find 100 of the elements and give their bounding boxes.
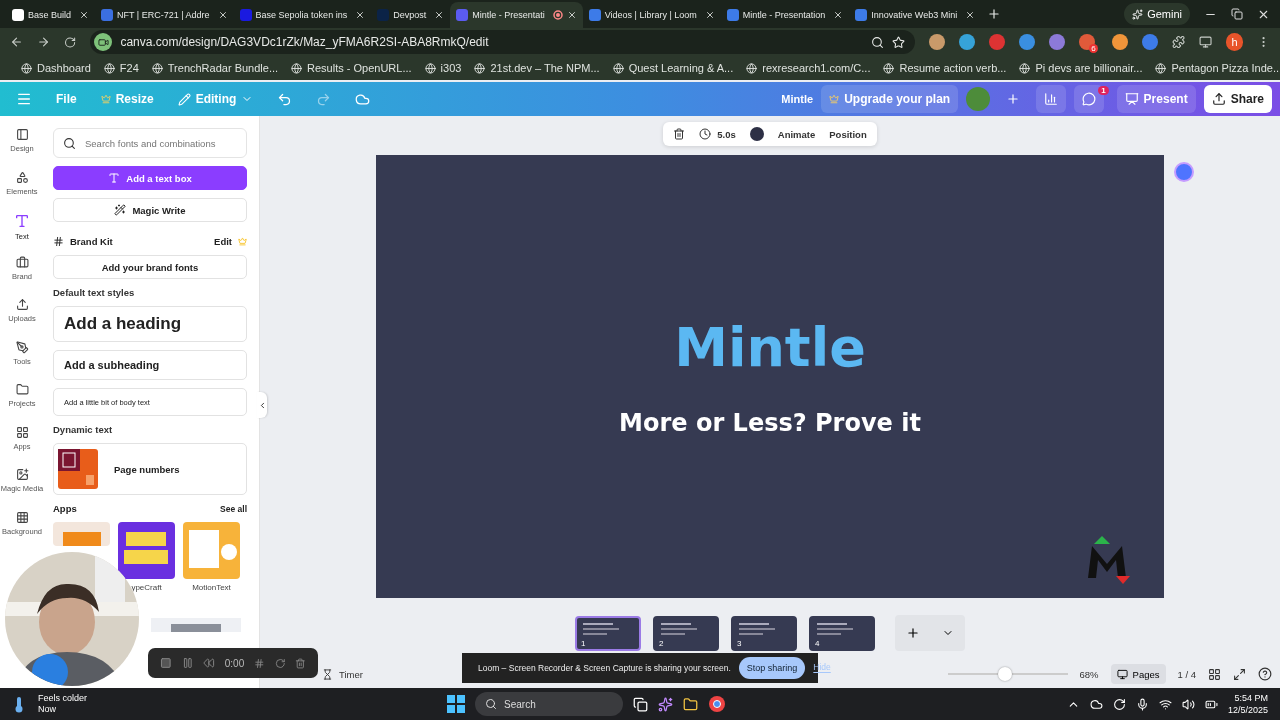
rewind-icon[interactable] [203,657,215,669]
close-icon[interactable] [833,10,844,20]
page-thumbnail[interactable]: 1 [575,615,641,651]
back-icon[interactable] [10,35,24,49]
search-icon[interactable] [871,35,885,49]
bookmark[interactable]: rexresearch1.com/C... [746,62,871,74]
microphone-icon[interactable] [1135,697,1149,711]
chrome-icon[interactable] [708,695,727,713]
heading-style-button[interactable]: Add a heading [53,306,247,342]
windows-start-icon[interactable] [447,695,466,713]
template-thumbnail[interactable] [151,618,241,632]
stop-sharing-button[interactable]: Stop sharing [738,657,806,679]
color-swatch[interactable] [749,127,764,141]
close-icon[interactable] [355,10,366,20]
position-button[interactable]: Position [829,128,867,140]
share-button[interactable]: Share [1203,85,1272,113]
comments-button[interactable] [1074,85,1105,113]
add-text-box-button[interactable]: Add a text box [53,166,247,190]
search-field[interactable]: Search fonts and combinations [53,128,247,158]
address-bar[interactable]: canva.com/design/DAG3VDc1rZk/Maz_yFMA6R2SI-ABA8RmkQ/edit [90,30,916,54]
extension-icon[interactable] [1111,34,1128,50]
close-icon[interactable] [965,10,976,20]
close-icon[interactable] [79,10,90,20]
subheading-style-button[interactable]: Add a subheading [53,350,247,380]
sync-icon[interactable] [1112,697,1126,711]
design-title[interactable]: Mintle [781,93,814,105]
extension-icon[interactable] [929,34,946,50]
see-all-link[interactable]: See all [220,503,247,514]
present-button[interactable]: Present [1116,85,1196,113]
browser-tab[interactable]: Mintle - Presentati [450,2,583,28]
reload-icon[interactable] [64,35,77,49]
app-thumbnail[interactable] [118,522,175,579]
file-explorer-icon[interactable] [683,696,699,712]
close-icon[interactable] [434,10,445,20]
bookmark[interactable]: TrenchRadar Bundle... [151,62,279,74]
browser-tab[interactable]: Base Build [6,2,96,28]
gemini-button[interactable]: Gemini [1124,3,1190,25]
browser-tab[interactable]: Innovative Web3 Mini [849,2,982,28]
extension-icon[interactable] [989,34,1006,50]
bookmark[interactable]: Results - OpenURL... [291,62,412,74]
duration-button[interactable]: 5.0s [699,128,736,140]
forward-icon[interactable] [37,35,51,49]
page-thumbnail[interactable]: 4 [809,615,875,651]
close-icon[interactable] [217,10,228,20]
task-view-icon[interactable] [633,696,649,712]
add-brand-fonts-button[interactable]: Add your brand fonts [53,255,247,279]
restore-icon[interactable] [1231,7,1243,20]
browser-tab[interactable]: NFT | ERC-721 | Addre [95,2,234,28]
stop-icon[interactable] [160,657,172,669]
insights-button[interactable] [1036,85,1067,113]
slider-thumb[interactable] [998,667,1013,681]
screen-icon[interactable] [1198,35,1213,49]
page-thumbnail[interactable]: 2 [653,615,719,651]
restart-icon[interactable] [274,657,286,669]
app-thumbnail[interactable] [183,522,240,579]
copilot-icon[interactable] [658,696,674,712]
pages-button[interactable]: Pages [1110,664,1166,684]
extensions-icon[interactable] [1171,35,1185,49]
close-icon[interactable] [704,10,715,20]
bookmark[interactable]: Pi devs are billionair... [1019,62,1143,74]
extension-icon[interactable] [1141,34,1158,50]
fullscreen-icon[interactable] [1233,667,1246,681]
magic-write-button[interactable]: Magic Write [53,198,247,222]
grid-view-icon[interactable] [1208,667,1221,681]
wifi-icon[interactable] [1158,697,1172,711]
help-icon[interactable] [1258,667,1272,681]
extension-icon[interactable] [1019,34,1036,50]
volume-icon[interactable] [1181,697,1195,711]
taskbar-search[interactable]: Search [475,692,624,716]
browser-tab[interactable]: Videos | Library | Loom [582,2,721,28]
pause-icon[interactable] [181,657,194,669]
page-thumbnail[interactable]: 3 [731,615,797,651]
bookmark[interactable]: i303 [424,62,462,74]
extension-icon[interactable] [1079,34,1096,50]
delete-icon[interactable] [673,128,686,140]
cloud-icon[interactable] [1089,697,1103,711]
collapse-handle[interactable] [257,392,267,418]
assistant-icon[interactable] [1174,162,1194,182]
extension-icon[interactable] [1049,34,1066,50]
new-tab-icon[interactable] [987,7,1002,21]
profile-avatar[interactable]: h [1226,33,1243,51]
bookmark[interactable]: Resume action verb... [883,62,1007,74]
slide-canvas[interactable]: Mintle More or Less? Prove it [376,155,1164,598]
bookmark[interactable]: F24 [103,62,139,74]
animate-button[interactable]: Animate [777,128,816,140]
weather-widget[interactable]: Feels colder Now [38,693,88,715]
browser-tab[interactable]: Base Sepolia token ins [233,2,372,28]
browser-tab[interactable]: Mintle - Presentation [720,2,850,28]
extension-icon[interactable] [959,34,976,50]
bookmark[interactable]: 21st.dev – The NPM... [474,62,600,74]
taskbar-clock[interactable]: 5:54 PM 12/5/2025 [1227,692,1268,716]
star-icon[interactable] [892,35,906,49]
app-thumbnail[interactable] [53,522,110,546]
edit-link[interactable]: Edit [214,236,232,247]
page-numbers-button[interactable]: Page numbers [53,443,247,495]
bookmark[interactable]: Pentagon Pizza Inde... [1155,62,1280,74]
bookmark[interactable]: Quest Learning & A... [612,62,734,74]
close-icon[interactable] [566,10,577,20]
timer-button[interactable]: Timer [322,668,363,680]
bookmark[interactable]: Dashboard [21,62,91,74]
